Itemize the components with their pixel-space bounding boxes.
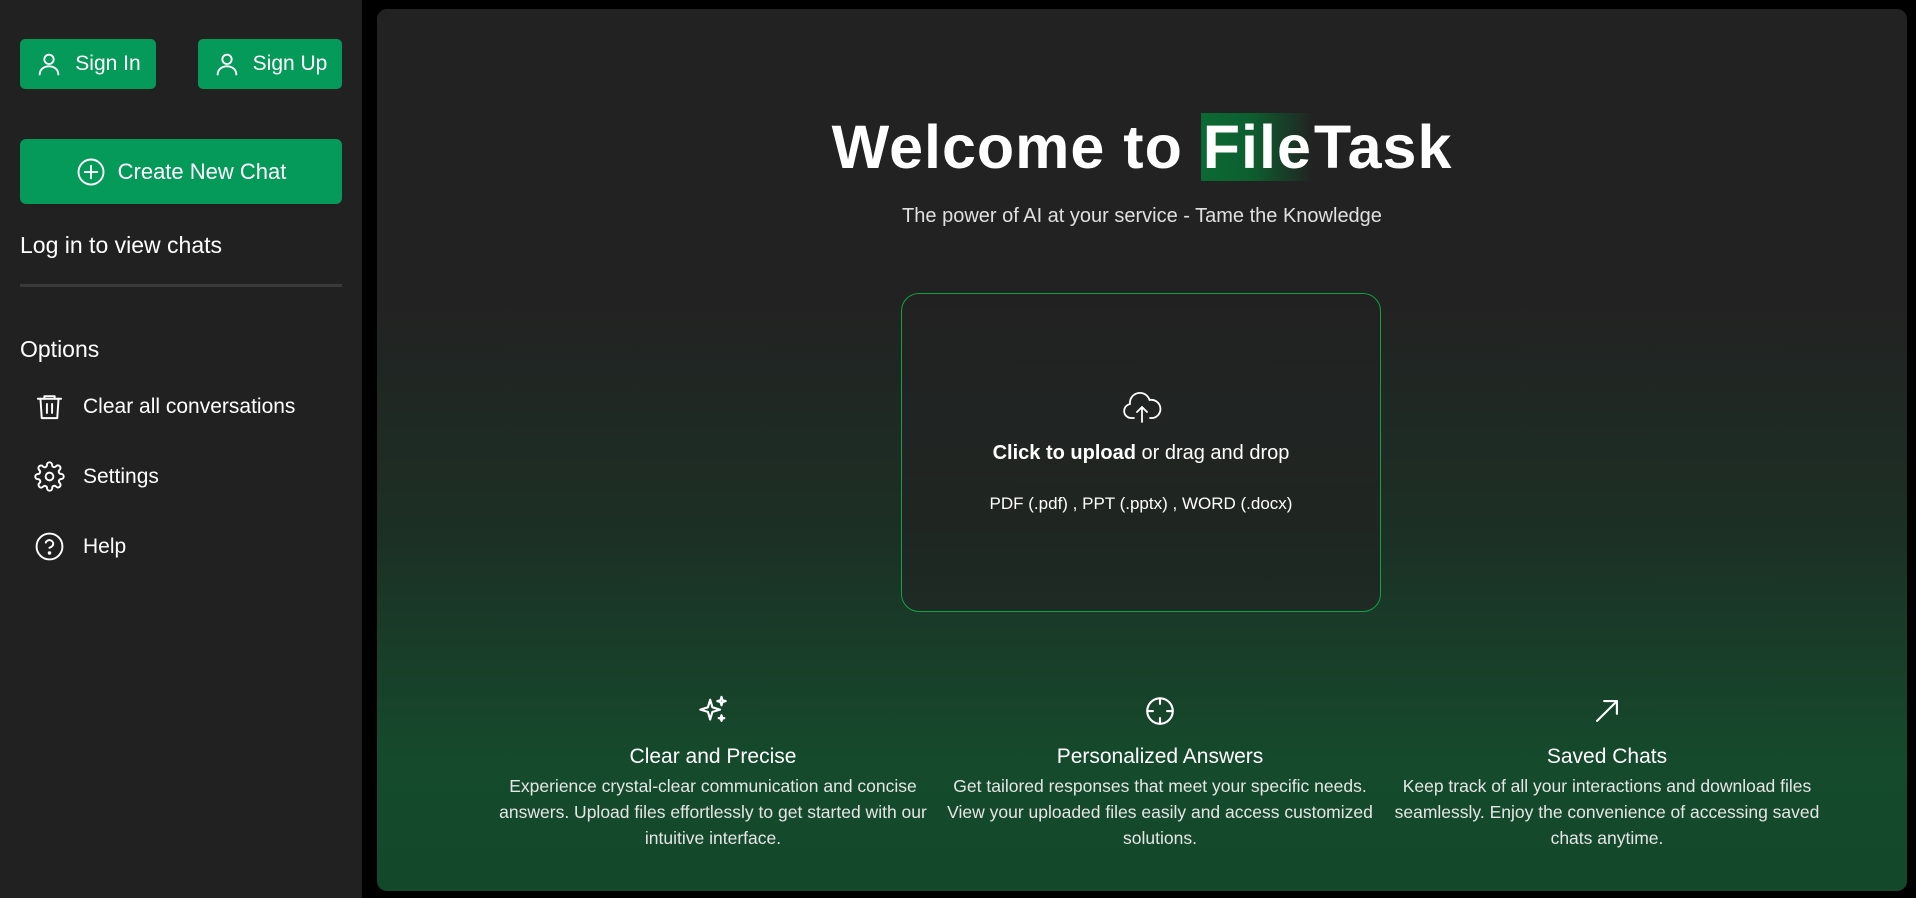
help-circle-icon — [35, 532, 64, 561]
main-panel: Welcome to FileTask The power of AI at y… — [377, 9, 1907, 891]
sparkles-icon — [699, 695, 727, 722]
settings-button[interactable]: Settings — [34, 461, 159, 492]
plus-circle-icon — [77, 158, 105, 185]
gear-icon — [34, 461, 65, 492]
feature-title: Personalized Answers — [1056, 745, 1264, 768]
sidebar-divider — [20, 284, 342, 287]
sign-in-button[interactable]: Sign In — [20, 39, 156, 89]
clear-conversations-label: Clear all conversations — [83, 394, 296, 418]
create-new-chat-label: Create New Chat — [117, 158, 287, 184]
sidebar: Sign In Sign Up Create New Chat Log in t… — [0, 0, 362, 898]
feature-description: Get tailored responses that meet your sp… — [947, 776, 1373, 848]
feature-title: Saved Chats — [1546, 745, 1668, 768]
file-upload-dropzone[interactable]: Click to upload or drag and drop PDF (.p… — [901, 293, 1381, 612]
arrow-up-right-icon — [1596, 700, 1618, 722]
feature-description: Keep track of all your interactions and … — [1394, 776, 1820, 848]
options-title: Options — [20, 336, 100, 362]
upload-instructions: Click to upload or drag and drop — [902, 442, 1380, 465]
title-highlight: File — [1200, 113, 1314, 181]
cloud-upload-icon — [1123, 392, 1162, 423]
clear-conversations-button[interactable]: Clear all conversations — [34, 391, 295, 422]
trash-icon — [36, 395, 63, 420]
page-title: Welcome to FileTask — [377, 112, 1907, 182]
sign-up-label: Sign Up — [252, 52, 328, 75]
feature-description: Experience crystal-clear communication a… — [499, 776, 927, 848]
feature-saved-chats: Saved Chats Keep track of all your inter… — [1387, 694, 1827, 851]
crosshair-icon — [1146, 697, 1174, 725]
sign-in-label: Sign In — [75, 52, 141, 75]
login-prompt: Log in to view chats — [20, 232, 223, 258]
title-prefix: Welcome to — [831, 113, 1201, 181]
page-subtitle: The power of AI at your service - Tame t… — [902, 205, 1382, 227]
feature-personalized-answers: Personalized Answers Get tailored respon… — [940, 694, 1380, 851]
drag-drop-text: or drag and drop — [1135, 442, 1290, 464]
sign-up-button[interactable]: Sign Up — [198, 39, 342, 89]
click-to-upload-text[interactable]: Click to upload — [993, 442, 1136, 464]
feature-title: Clear and Precise — [629, 745, 797, 768]
supported-formats: PDF (.pdf) , PPT (.pptx) , WORD (.docx) — [989, 494, 1293, 513]
feature-clear-precise: Clear and Precise Experience crystal-cle… — [493, 694, 933, 851]
help-button[interactable]: Help — [34, 531, 126, 562]
create-new-chat-button[interactable]: Create New Chat — [20, 139, 342, 204]
settings-label: Settings — [83, 464, 159, 488]
title-suffix: Task — [1313, 113, 1453, 181]
user-icon — [39, 53, 60, 76]
user-icon — [216, 53, 237, 76]
help-label: Help — [83, 534, 127, 558]
